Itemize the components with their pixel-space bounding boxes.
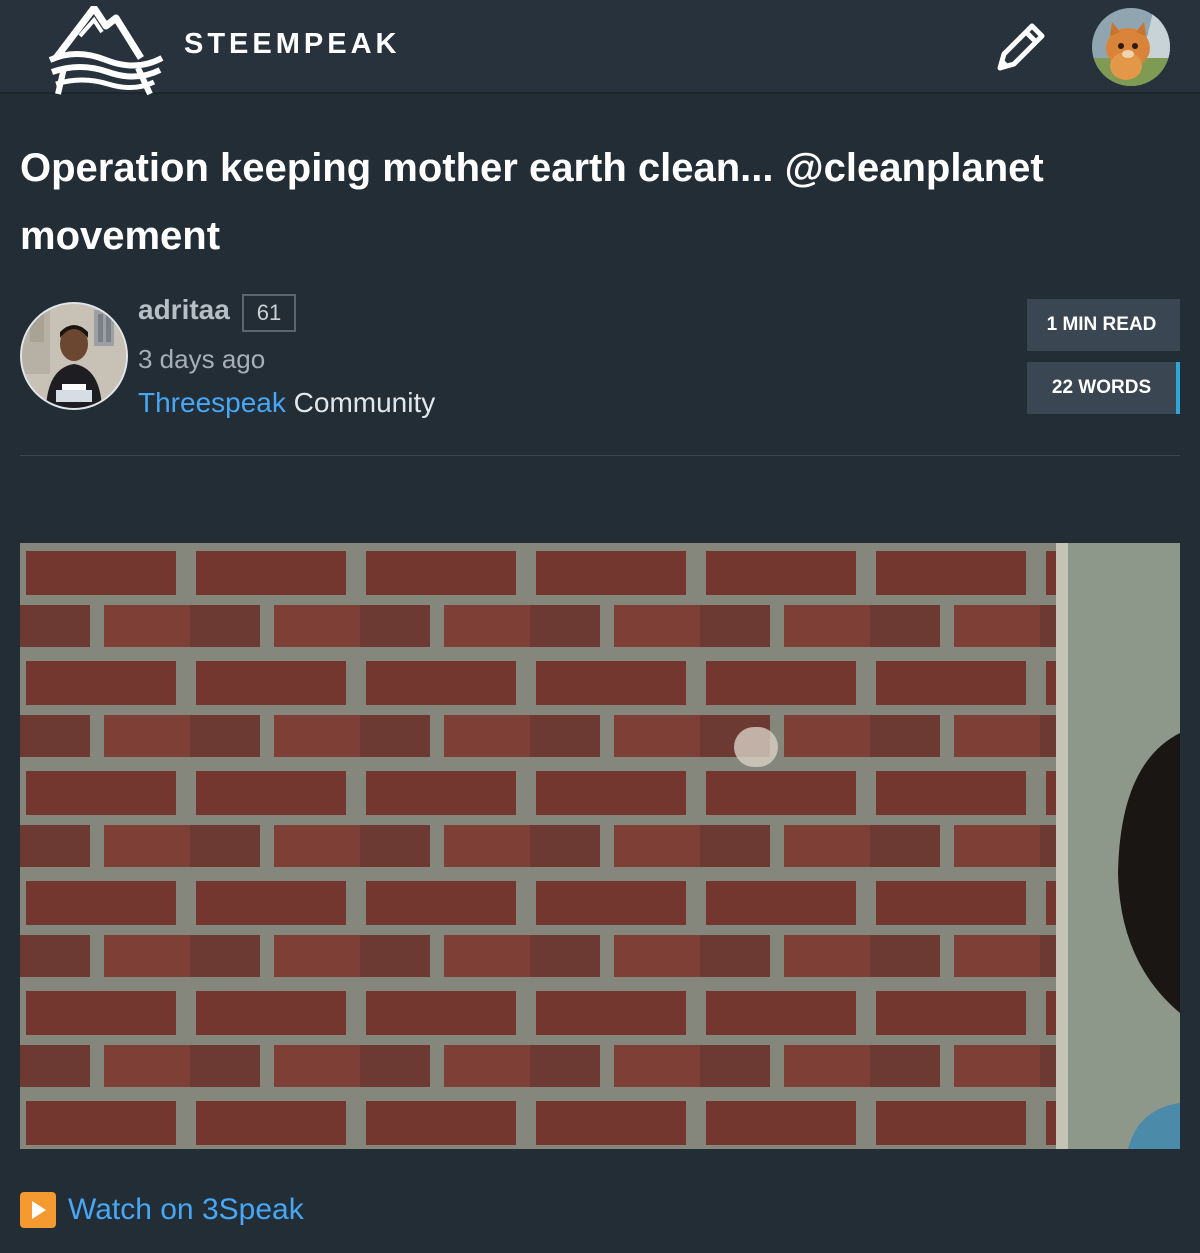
kitten-avatar-icon [1092,8,1170,86]
community-suffix: Community [285,387,436,418]
divider [20,455,1180,456]
play-button-icon [20,1192,56,1228]
video-thumbnail[interactable] [20,543,1180,1149]
watch-on-3speak-link[interactable]: Watch on 3Speak [20,1190,304,1230]
watch-label: Watch on 3Speak [68,1193,304,1226]
brand-name[interactable]: STEEMPEAK [184,28,400,61]
post-title: Operation keeping mother earth clean... … [20,146,1044,258]
author-avatar[interactable] [20,302,128,410]
reputation-badge: 61 [242,294,296,332]
author-photo [22,304,126,408]
author-name[interactable]: adritaa [138,294,230,326]
word-count-badge: 22 WORDS [1027,362,1180,414]
read-time-badge: 1 MIN READ [1027,299,1180,351]
user-avatar[interactable] [1092,8,1170,86]
community-link[interactable]: Threespeak [138,387,286,418]
community-line: Threespeak Community [138,387,435,419]
steempeak-logo-icon[interactable] [46,6,166,96]
top-navigation-bar: STEEMPEAK [0,0,1200,96]
brick-wall-video-thumbnail-icon [20,543,1180,1149]
post-timestamp[interactable]: 3 days ago [138,344,265,375]
pencil-icon[interactable] [990,16,1052,78]
